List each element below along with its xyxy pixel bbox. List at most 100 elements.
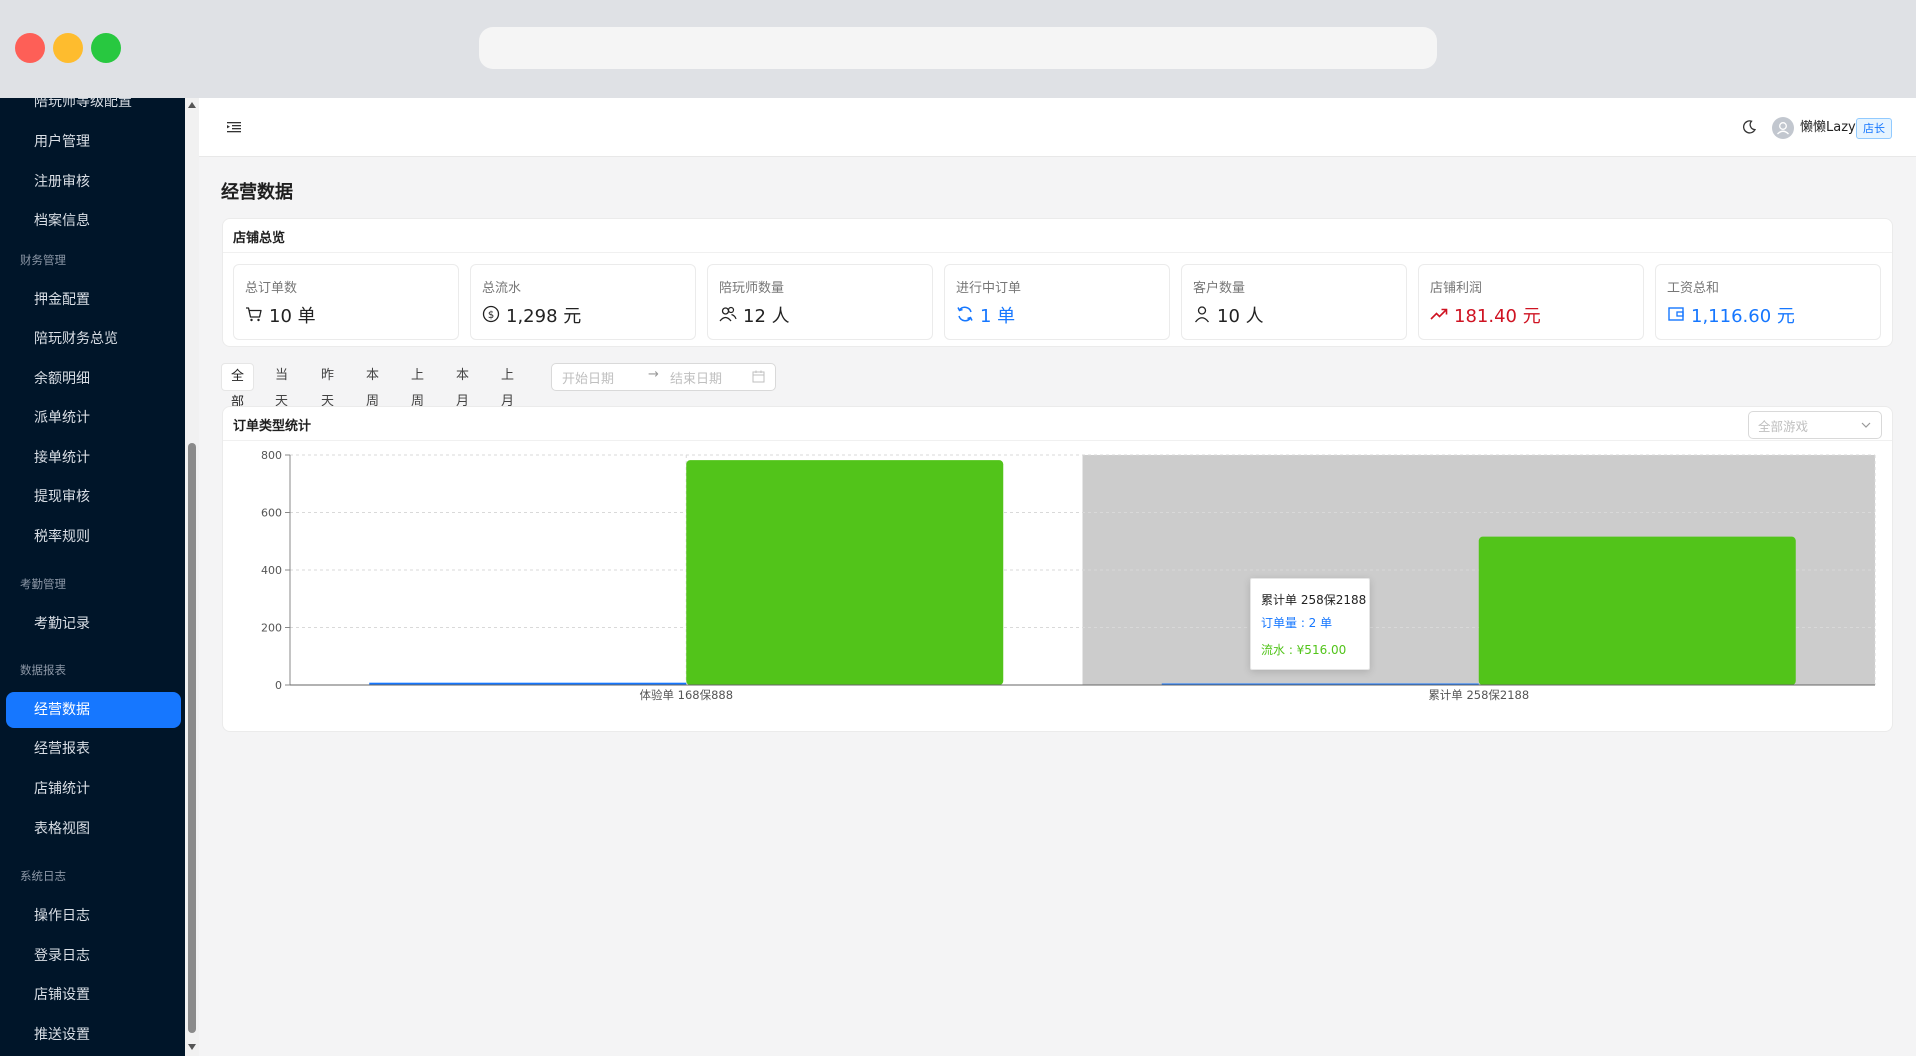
sidebar-group-logs: 系统日志 bbox=[20, 869, 66, 883]
bar-revenue bbox=[686, 460, 1004, 685]
sidebar-item-user-management[interactable]: 用户管理 bbox=[6, 124, 181, 160]
sidebar-item-companion-level[interactable]: 陪玩师等级配置 bbox=[6, 98, 181, 120]
sidebar-item-business-report[interactable]: 经营报表 bbox=[6, 731, 181, 767]
sidebar-item-label: 店铺设置 bbox=[34, 987, 90, 1003]
scrollbar-thumb[interactable] bbox=[188, 443, 196, 1033]
stat-total-revenue: 总流水 $ 1,298 元 bbox=[470, 264, 696, 340]
sidebar-item-store-settings[interactable]: 店铺设置 bbox=[6, 977, 181, 1013]
sidebar-scrollbar[interactable] bbox=[185, 98, 199, 1056]
game-select-value: 全部游戏 bbox=[1758, 419, 1809, 434]
sidebar-item-login-log[interactable]: 登录日志 bbox=[6, 938, 181, 974]
window-close-button[interactable] bbox=[15, 33, 45, 63]
stat-label: 店铺利润 bbox=[1430, 281, 1483, 296]
period-all-button[interactable]: 全部 bbox=[221, 363, 255, 410]
user-avatar-icon bbox=[1777, 122, 1789, 135]
card-title: 订单类型统计 bbox=[233, 419, 312, 434]
sidebar-item-push-settings[interactable]: 推送设置 bbox=[6, 1017, 181, 1053]
sidebar-item-archive-info[interactable]: 档案信息 bbox=[6, 203, 181, 239]
sidebar-item-accept-stats[interactable]: 接单统计 bbox=[6, 440, 181, 476]
sidebar-item-label: 押金配置 bbox=[34, 292, 90, 308]
sidebar-item-label: 登录日志 bbox=[34, 948, 90, 964]
sidebar-item-label: 档案信息 bbox=[34, 213, 90, 229]
sidebar-item-label: 表格视图 bbox=[34, 821, 90, 837]
date-range-picker[interactable]: 开始日期 → 结束日期 bbox=[551, 363, 776, 391]
period-last-month-button[interactable]: 上月 bbox=[492, 363, 523, 409]
tooltip-revenue: 流水 : ¥516.00 bbox=[1261, 643, 1347, 657]
sidebar-item-balance-detail[interactable]: 余额明细 bbox=[6, 361, 181, 397]
sidebar-item-attendance-record[interactable]: 考勤记录 bbox=[6, 606, 181, 642]
period-this-week-button[interactable]: 本周 bbox=[357, 363, 388, 409]
sidebar-item-label: 余额明细 bbox=[34, 371, 90, 387]
stat-value: 10 单 bbox=[269, 306, 316, 327]
moon-icon[interactable] bbox=[1741, 119, 1757, 135]
stat-salary-total: 工资总和 1,116.60 元 bbox=[1655, 264, 1881, 340]
y-tick-label: 800 bbox=[261, 449, 282, 462]
start-date-input[interactable]: 开始日期 bbox=[562, 368, 614, 387]
window-maximize-button[interactable] bbox=[91, 33, 121, 63]
period-last-week-button[interactable]: 上周 bbox=[402, 363, 433, 409]
range-arrow-icon: → bbox=[648, 367, 659, 382]
period-this-month-button[interactable]: 本月 bbox=[447, 363, 478, 409]
sidebar-item-tax-rules[interactable]: 税率规则 bbox=[6, 519, 181, 555]
username[interactable]: 懒懒Lazy bbox=[1800, 117, 1856, 139]
sidebar-item-table-view[interactable]: 表格视图 bbox=[6, 811, 181, 847]
avatar[interactable] bbox=[1772, 117, 1794, 139]
sidebar-item-dispatch-stats[interactable]: 派单统计 bbox=[6, 400, 181, 436]
stat-customer-count: 客户数量 10 人 bbox=[1181, 264, 1407, 340]
sidebar-item-companion-finance[interactable]: 陪玩财务总览 bbox=[6, 321, 181, 357]
scroll-down-arrow-icon[interactable] bbox=[188, 1044, 196, 1050]
window-minimize-button[interactable] bbox=[53, 33, 83, 63]
stat-label: 工资总和 bbox=[1667, 281, 1720, 296]
chevron-down-icon bbox=[1861, 422, 1871, 428]
sidebar-item-operation-log[interactable]: 操作日志 bbox=[6, 898, 181, 934]
calendar-icon bbox=[752, 370, 765, 383]
y-tick-label: 600 bbox=[261, 507, 282, 520]
sidebar-item-label: 陪玩师等级配置 bbox=[34, 98, 132, 110]
bar-revenue bbox=[1478, 536, 1796, 685]
sidebar-item-label: 提现审核 bbox=[34, 489, 90, 505]
stat-value: 1 单 bbox=[980, 306, 1016, 327]
wallet-icon bbox=[1668, 307, 1684, 321]
game-select[interactable]: 全部游戏 bbox=[1748, 411, 1882, 439]
stat-value: 10 人 bbox=[1217, 306, 1264, 327]
stat-label: 进行中订单 bbox=[956, 281, 1022, 296]
sidebar-group-finance: 财务管理 bbox=[20, 253, 66, 267]
x-tick-label: 累计单 258保2188 bbox=[1428, 688, 1529, 702]
sidebar-item-label: 派单统计 bbox=[34, 410, 90, 426]
stat-label: 陪玩师数量 bbox=[719, 281, 785, 296]
menu-fold-icon[interactable] bbox=[227, 120, 241, 134]
chart-tooltip: 累计单 258保2188 订单量 : 2 单 流水 : ¥516.00 bbox=[1250, 578, 1370, 670]
end-date-input[interactable]: 结束日期 bbox=[670, 368, 722, 387]
address-bar[interactable] bbox=[479, 27, 1437, 69]
tooltip-order-count: 订单量 : 2 单 bbox=[1261, 616, 1333, 630]
stat-value: 12 人 bbox=[743, 306, 790, 327]
sidebar-item-registration-review[interactable]: 注册审核 bbox=[6, 164, 181, 200]
scroll-up-arrow-icon[interactable] bbox=[188, 102, 196, 108]
order-type-card: 订单类型统计 全部游戏 0 200 400 600 800 体验单 168保888 累计单 … bbox=[222, 406, 1893, 732]
sidebar-item-label: 经营报表 bbox=[34, 741, 90, 757]
period-yesterday-button[interactable]: 昨天 bbox=[312, 363, 343, 409]
period-today-button[interactable]: 当天 bbox=[266, 363, 297, 409]
sidebar: 陪玩师等级配置 用户管理 注册审核 档案信息 财务管理 押金配置 陪玩财务总览 … bbox=[0, 98, 185, 1056]
sidebar-group-reports: 数据报表 bbox=[20, 663, 66, 677]
sidebar-item-label: 推送设置 bbox=[34, 1027, 90, 1043]
y-tick-label: 200 bbox=[261, 622, 282, 635]
sidebar-item-business-data[interactable]: 经营数据 bbox=[6, 692, 181, 728]
team-icon bbox=[719, 306, 737, 322]
svg-text:$: $ bbox=[488, 310, 494, 321]
stat-value: 181.40 元 bbox=[1454, 306, 1541, 327]
stat-value: 1,298 元 bbox=[506, 306, 582, 327]
sidebar-item-withdraw-review[interactable]: 提现审核 bbox=[6, 479, 181, 515]
sidebar-item-label: 经营数据 bbox=[34, 702, 90, 718]
stat-total-orders: 总订单数 10 单 bbox=[233, 264, 459, 340]
stat-label: 总订单数 bbox=[245, 281, 298, 296]
stat-value: 1,116.60 元 bbox=[1691, 306, 1795, 327]
sidebar-item-store-stats[interactable]: 店铺统计 bbox=[6, 771, 181, 807]
sidebar-item-deposit-config[interactable]: 押金配置 bbox=[6, 282, 181, 318]
divider bbox=[223, 252, 1892, 253]
stat-label: 客户数量 bbox=[1193, 281, 1246, 296]
sync-icon bbox=[957, 306, 973, 322]
user-icon bbox=[1194, 306, 1210, 323]
order-type-chart[interactable]: 0 200 400 600 800 体验单 168保888 累计单 258保2188 bbox=[223, 441, 1892, 729]
main-content: 懒懒Lazy 店长 经营数据 店铺总览 总订单数 10 单 总流水 $ 1,29… bbox=[199, 98, 1916, 1056]
